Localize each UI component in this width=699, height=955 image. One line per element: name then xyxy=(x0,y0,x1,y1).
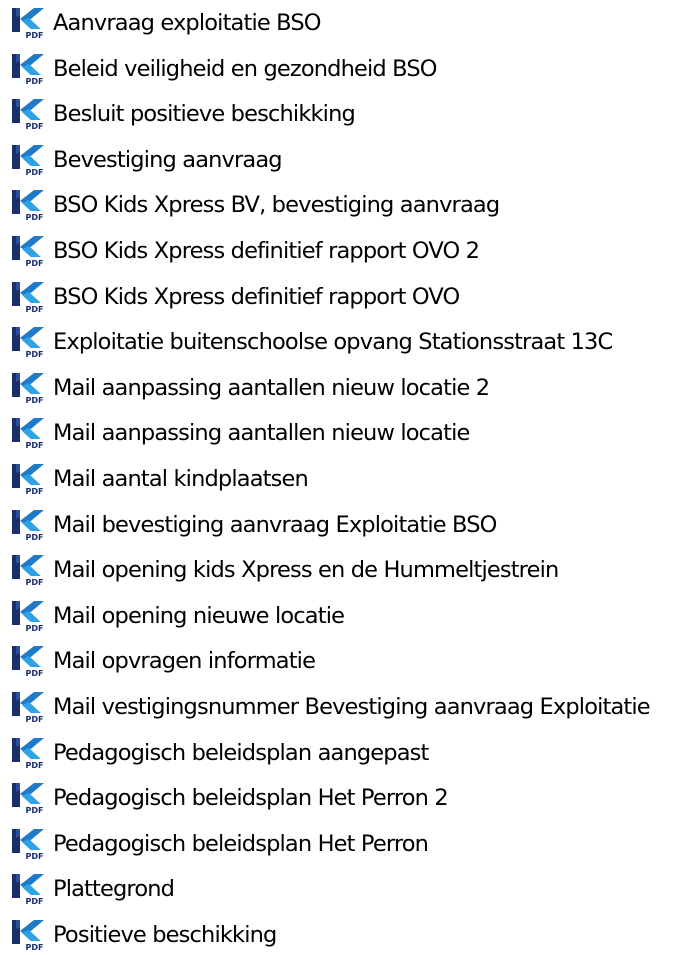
file-name: BSO Kids Xpress definitief rapport OVO xyxy=(53,283,460,310)
file-item[interactable]: Mail aanpassing aantallen nieuw locatie xyxy=(10,413,470,453)
file-name: Bevestiging aanvraag xyxy=(53,146,283,173)
file-item[interactable]: Pedagogisch beleidsplan Het Perron xyxy=(10,824,429,864)
pdf-file-icon xyxy=(10,917,46,953)
file-item[interactable]: BSO Kids Xpress BV, bevestiging aanvraag xyxy=(10,185,500,225)
file-name: Mail opvragen informatie xyxy=(53,648,316,675)
pdf-file-icon xyxy=(10,370,46,406)
file-name: Beleid veiligheid en gezondheid BSO xyxy=(53,55,437,82)
file-name: Mail aantal kindplaatsen xyxy=(53,466,309,492)
file-item[interactable]: BSO Kids Xpress definitief rapport OVO 2 xyxy=(10,231,480,271)
pdf-file-icon xyxy=(10,51,46,87)
file-name: Aanvraag exploitatie BSO xyxy=(53,10,321,36)
pdf-file-icon xyxy=(10,598,46,634)
file-item[interactable]: Mail vestigingsnummer Bevestiging aanvra… xyxy=(10,687,651,727)
file-item[interactable]: BSO Kids Xpress definitief rapport OVO xyxy=(10,277,460,317)
file-item[interactable]: Positieve beschikking xyxy=(10,915,277,955)
pdf-file-icon xyxy=(10,5,46,41)
pdf-file-icon xyxy=(10,735,46,771)
pdf-file-icon xyxy=(10,142,46,178)
pdf-file-icon xyxy=(10,96,46,132)
pdf-file-icon xyxy=(10,689,46,725)
pdf-file-icon xyxy=(10,507,46,543)
file-name: Pedagogisch beleidsplan Het Perron xyxy=(53,830,429,857)
file-name: Plattegrond xyxy=(53,876,175,903)
file-item[interactable]: Mail aantal kindplaatsen xyxy=(10,459,309,499)
file-item[interactable]: Besluit positieve beschikking xyxy=(10,94,356,134)
pdf-file-icon xyxy=(10,552,46,588)
file-name: BSO Kids Xpress BV, bevestiging aanvraag xyxy=(53,192,500,219)
file-name: Mail opening kids Xpress en de Hummeltje… xyxy=(53,557,559,584)
pdf-file-icon xyxy=(10,871,46,907)
pdf-file-icon xyxy=(10,780,46,816)
pdf-file-icon xyxy=(10,826,46,862)
file-name: Besluit positieve beschikking xyxy=(53,101,356,128)
file-item[interactable]: Pedagogisch beleidsplan aangepast xyxy=(10,733,429,773)
file-item[interactable]: Pedagogisch beleidsplan Het Perron 2 xyxy=(10,778,449,818)
file-name: Exploitatie buitenschoolse opvang Statio… xyxy=(53,329,613,356)
file-name: BSO Kids Xpress definitief rapport OVO 2 xyxy=(53,238,480,264)
file-name: Mail aanpassing aantallen nieuw locatie … xyxy=(53,374,490,401)
file-item[interactable]: Exploitatie buitenschoolse opvang Statio… xyxy=(10,322,613,362)
file-item[interactable]: Beleid veiligheid en gezondheid BSO xyxy=(10,49,437,89)
file-name: Pedagogisch beleidsplan aangepast xyxy=(53,739,429,766)
pdf-file-icon xyxy=(10,415,46,451)
file-name: Positieve beschikking xyxy=(53,922,277,948)
file-item[interactable]: Mail opvragen informatie xyxy=(10,641,316,681)
file-item[interactable]: Plattegrond xyxy=(10,869,175,909)
pdf-file-icon xyxy=(10,324,46,360)
pdf-file-icon xyxy=(10,187,46,223)
file-item[interactable]: Bevestiging aanvraag xyxy=(10,140,283,180)
file-item[interactable]: Mail aanpassing aantallen nieuw locatie … xyxy=(10,368,490,408)
file-name: Pedagogisch beleidsplan Het Perron 2 xyxy=(53,785,449,812)
file-item[interactable]: Mail opening nieuwe locatie xyxy=(10,596,345,636)
pdf-file-icon xyxy=(10,233,46,269)
file-name: Mail opening nieuwe locatie xyxy=(53,602,345,629)
file-name: Mail aanpassing aantallen nieuw locatie xyxy=(53,420,470,447)
file-name: Mail vestigingsnummer Bevestiging aanvra… xyxy=(53,694,651,720)
file-item[interactable]: Mail bevestiging aanvraag Exploitatie BS… xyxy=(10,505,497,545)
file-item[interactable]: Aanvraag exploitatie BSO xyxy=(10,3,321,43)
pdf-file-icon xyxy=(10,643,46,679)
pdf-file-icon xyxy=(10,279,46,315)
file-item[interactable]: Mail opening kids Xpress en de Hummeltje… xyxy=(10,550,559,590)
pdf-file-icon xyxy=(10,461,46,497)
file-name: Mail bevestiging aanvraag Exploitatie BS… xyxy=(53,511,497,538)
